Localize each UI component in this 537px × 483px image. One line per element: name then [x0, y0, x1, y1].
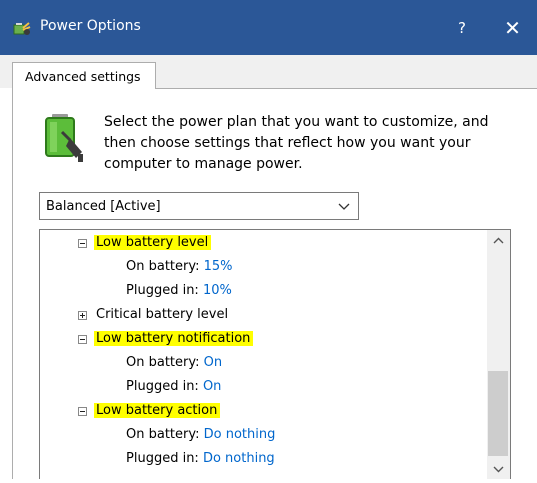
title-bar: Power Options ? ✕	[0, 0, 537, 55]
scroll-down-button[interactable]	[487, 459, 510, 479]
window-title: Power Options	[40, 18, 141, 34]
expand-icon[interactable]	[78, 311, 87, 320]
setting-row-on-battery: On battery: Do nothing	[126, 425, 275, 445]
collapse-icon[interactable]	[78, 407, 87, 416]
tab-joint	[13, 87, 155, 89]
setting-label: On battery:	[126, 259, 200, 274]
settings-tree[interactable]: Low battery level On battery: 15% Plugge…	[39, 229, 511, 479]
tree-item-low-battery-action[interactable]: Low battery action	[94, 401, 221, 421]
power-options-icon	[12, 19, 32, 37]
setting-row-on-battery: On battery: 15%	[126, 257, 233, 277]
collapse-icon[interactable]	[78, 335, 87, 344]
setting-label: On battery:	[126, 427, 200, 442]
setting-row-plugged-in: Plugged in: Do nothing	[126, 449, 275, 469]
collapse-icon[interactable]	[78, 239, 87, 248]
help-button[interactable]: ?	[440, 0, 484, 55]
tree-item-label: Critical battery level	[96, 307, 229, 322]
setting-label: Plugged in:	[126, 283, 199, 298]
setting-value-link[interactable]: Do nothing	[204, 427, 276, 442]
setting-label: Plugged in:	[126, 451, 199, 466]
setting-value-link[interactable]: On	[203, 379, 221, 394]
scroll-thumb[interactable]	[488, 371, 508, 456]
setting-value-link[interactable]: 10%	[203, 283, 232, 298]
setting-row-plugged-in: Plugged in: On	[126, 377, 221, 397]
chevron-down-icon	[338, 201, 350, 211]
tree-item-label: Low battery action	[94, 403, 221, 418]
battery-plug-icon	[40, 112, 84, 164]
tab-strip: Advanced settings	[0, 55, 537, 88]
scroll-up-button[interactable]	[487, 230, 510, 252]
chevron-up-icon	[493, 237, 504, 244]
setting-value-link[interactable]: 15%	[204, 259, 233, 274]
power-plan-value: Balanced [Active]	[46, 199, 161, 214]
tree-item-label: Low battery notification	[94, 331, 254, 346]
tree-item-critical-battery-level[interactable]: Critical battery level	[96, 305, 228, 325]
chevron-down-icon	[493, 466, 504, 473]
setting-value-link[interactable]: Do nothing	[203, 451, 275, 466]
intro-text: Select the power plan that you want to c…	[104, 114, 489, 172]
vertical-scrollbar[interactable]	[487, 230, 510, 479]
close-button[interactable]: ✕	[488, 0, 537, 55]
power-plan-select[interactable]: Balanced [Active]	[39, 192, 359, 220]
tree-item-label: Low battery level	[94, 235, 212, 250]
tab-advanced-settings[interactable]: Advanced settings	[12, 62, 156, 88]
setting-label: Plugged in:	[126, 379, 199, 394]
tree-item-low-battery-level[interactable]: Low battery level	[94, 233, 212, 253]
setting-row-on-battery: On battery: On	[126, 353, 222, 373]
setting-row-plugged-in: Plugged in: 10%	[126, 281, 232, 301]
setting-value-link[interactable]: On	[204, 355, 222, 370]
tree-item-low-battery-notification[interactable]: Low battery notification	[94, 329, 254, 349]
setting-label: On battery:	[126, 355, 200, 370]
